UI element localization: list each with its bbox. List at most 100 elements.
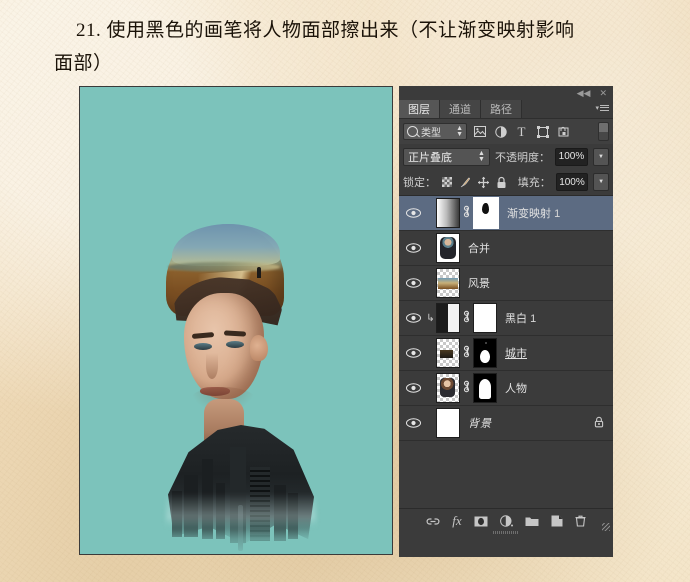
shape-layer-filter-icon[interactable] bbox=[534, 123, 551, 140]
layer-thumbnail[interactable] bbox=[436, 233, 460, 263]
head-sky-shape bbox=[172, 224, 280, 266]
panel-tabs[interactable]: 图层 通道 路径 ▾ bbox=[399, 100, 613, 118]
fill-label: 填充： bbox=[517, 177, 551, 189]
layer-row-black-white[interactable]: ↳ 黑白 1 bbox=[399, 301, 613, 336]
filter-kind-select[interactable]: 类型 ▲ ▼ bbox=[403, 123, 467, 140]
lock-all-icon[interactable] bbox=[495, 175, 508, 189]
layer-name[interactable]: 城市 bbox=[505, 345, 527, 361]
portrait-nose bbox=[206, 353, 218, 379]
layer-filter-row[interactable]: 类型 ▲ ▼ T bbox=[399, 118, 613, 144]
blend-mode-value: 正片叠底 bbox=[408, 151, 452, 164]
page-title-line1: 21. 使用黑色的画笔将人物面部擦出来（不让渐变映射影响 bbox=[76, 20, 575, 41]
layer-name[interactable]: 风景 bbox=[468, 275, 490, 291]
eye-icon[interactable] bbox=[401, 383, 425, 393]
page-title-line2: 面部） bbox=[54, 53, 113, 75]
link-icon[interactable] bbox=[460, 380, 473, 396]
layer-thumbnail[interactable] bbox=[436, 303, 460, 333]
blend-mode-row[interactable]: 正片叠底 ▲ ▼ 不透明度： 100% ▼ bbox=[399, 144, 613, 169]
panel-menu-button[interactable]: ▾ bbox=[595, 103, 609, 112]
eye-icon[interactable] bbox=[401, 278, 425, 288]
eye-icon[interactable] bbox=[401, 208, 425, 218]
blend-mode-select[interactable]: 正片叠底 ▲ ▼ bbox=[403, 147, 490, 166]
layer-name-number: 1 bbox=[530, 313, 537, 325]
link-icon[interactable] bbox=[460, 310, 473, 326]
portrait-eye-right bbox=[226, 341, 244, 348]
fill-dropdown-icon[interactable]: ▼ bbox=[593, 173, 609, 191]
opacity-value[interactable]: 100% bbox=[554, 147, 588, 166]
close-icon[interactable]: ✕ bbox=[599, 88, 607, 98]
layer-name-text: 渐变映射 bbox=[507, 208, 551, 220]
layer-name-number: 1 bbox=[554, 208, 561, 220]
layer-row-background[interactable]: 背景 bbox=[399, 406, 613, 441]
layer-name[interactable]: 合并 bbox=[468, 240, 490, 256]
type-layer-filter-icon[interactable]: T bbox=[513, 123, 530, 140]
layer-thumbnail[interactable] bbox=[436, 198, 460, 228]
smart-object-filter-icon[interactable] bbox=[555, 123, 572, 140]
collapse-icon[interactable]: ◀◀ bbox=[577, 88, 591, 98]
layer-mask-thumbnail[interactable] bbox=[473, 338, 497, 368]
layer-name[interactable]: 渐变映射 1 bbox=[507, 205, 560, 221]
new-group-button[interactable] bbox=[525, 516, 539, 527]
eye-icon[interactable] bbox=[401, 243, 425, 253]
pixel-layer-filter-icon[interactable] bbox=[471, 123, 488, 140]
panel-title-bar: ◀◀ ✕ bbox=[399, 86, 613, 100]
new-adjustment-layer-button[interactable] bbox=[499, 515, 513, 527]
document-canvas[interactable] bbox=[79, 86, 393, 555]
layer-name[interactable]: 黑白 1 bbox=[505, 310, 536, 326]
filter-toggle[interactable] bbox=[598, 122, 609, 141]
eye-icon[interactable] bbox=[401, 348, 425, 358]
layer-mask-thumbnail[interactable] bbox=[473, 303, 497, 333]
layer-thumbnail[interactable] bbox=[436, 373, 460, 403]
tab-layers[interactable]: 图层 bbox=[399, 100, 440, 118]
hamburger-icon bbox=[600, 103, 609, 112]
landscape-tiny-figure bbox=[257, 267, 261, 278]
portrait-ear bbox=[250, 335, 268, 361]
resize-grip[interactable] bbox=[602, 523, 610, 531]
layer-thumbnail[interactable] bbox=[436, 408, 460, 438]
adjustment-layer-filter-icon[interactable] bbox=[492, 123, 509, 140]
search-icon bbox=[407, 126, 418, 137]
panel-drag-handle[interactable] bbox=[493, 531, 519, 534]
eye-icon[interactable] bbox=[401, 313, 425, 323]
tab-paths[interactable]: 路径 bbox=[481, 100, 522, 118]
layer-thumbnail[interactable] bbox=[436, 268, 460, 298]
layers-panel[interactable]: ◀◀ ✕ 图层 通道 路径 ▾ 类型 ▲ ▼ T 正片叠底 ▲ ▼ 不透明度： … bbox=[399, 86, 613, 557]
layer-list[interactable]: 渐变映射 1 合并 风景 ↳ 黑白 1 城市 人物 背景 bbox=[399, 196, 613, 508]
layer-row-person[interactable]: 人物 bbox=[399, 371, 613, 406]
lock-row[interactable]: 锁定： 填充： 100% ▼ bbox=[399, 169, 613, 196]
chevron-updown-icon: ▲ ▼ bbox=[456, 124, 463, 138]
lock-label: 锁定： bbox=[403, 177, 436, 189]
fill-value[interactable]: 100% bbox=[555, 173, 589, 191]
add-layer-mask-button[interactable] bbox=[474, 516, 488, 527]
link-layers-button[interactable] bbox=[426, 516, 440, 527]
layer-mask-thumbnail[interactable] bbox=[473, 373, 497, 403]
chevron-updown-icon: ▲ ▼ bbox=[478, 149, 485, 163]
new-layer-button[interactable] bbox=[551, 515, 563, 527]
link-icon[interactable] bbox=[460, 345, 473, 361]
city-fade-out bbox=[166, 517, 316, 554]
clipping-mask-icon: ↳ bbox=[426, 312, 435, 324]
layer-row-city[interactable]: 城市 bbox=[399, 336, 613, 371]
layer-row-landscape[interactable]: 风景 bbox=[399, 266, 613, 301]
layers-panel-toolbar[interactable]: fx bbox=[399, 508, 613, 534]
lock-icon bbox=[594, 416, 604, 431]
layer-name[interactable]: 人物 bbox=[505, 380, 527, 396]
link-icon[interactable] bbox=[460, 205, 473, 221]
layer-row-gradient-map[interactable]: 渐变映射 1 bbox=[399, 196, 613, 231]
layer-mask-thumbnail[interactable] bbox=[473, 197, 499, 229]
lock-image-pixels-icon[interactable] bbox=[459, 175, 472, 189]
portrait-eye-left bbox=[194, 343, 212, 350]
layer-style-button[interactable]: fx bbox=[452, 513, 461, 529]
tab-channels[interactable]: 通道 bbox=[440, 100, 481, 118]
lock-position-icon[interactable] bbox=[477, 175, 490, 189]
portrait-brow-right bbox=[223, 330, 247, 337]
double-exposure-artwork bbox=[80, 87, 392, 554]
layer-name[interactable]: 背景 bbox=[468, 415, 492, 431]
opacity-label: 不透明度： bbox=[494, 151, 550, 164]
opacity-dropdown-icon[interactable]: ▼ bbox=[592, 147, 609, 166]
eye-icon[interactable] bbox=[401, 418, 425, 428]
layer-thumbnail[interactable] bbox=[436, 338, 460, 368]
delete-layer-button[interactable] bbox=[575, 515, 586, 527]
lock-transparent-pixels-icon[interactable] bbox=[441, 175, 454, 189]
layer-row-merged[interactable]: 合并 bbox=[399, 231, 613, 266]
